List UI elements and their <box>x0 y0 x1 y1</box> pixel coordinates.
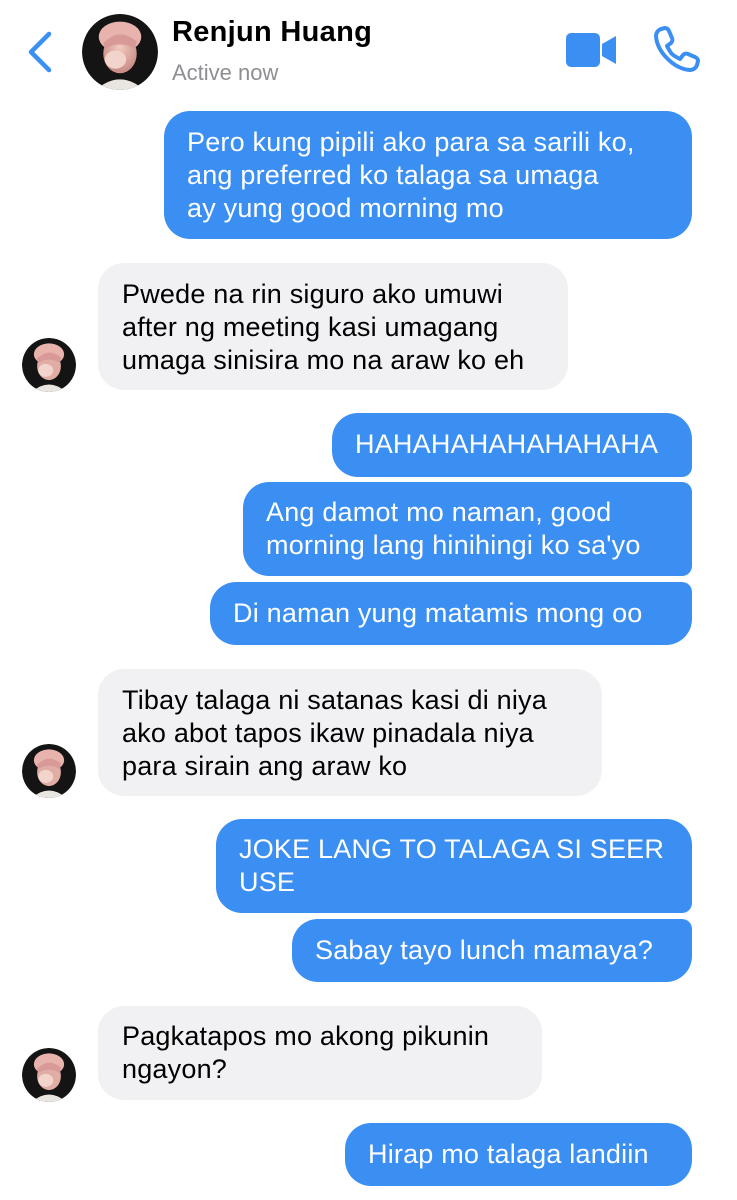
message-line: ay yung good morning mo <box>187 193 504 223</box>
message-line: ako abot tapos ikaw pinadala niya <box>122 718 534 748</box>
message-line: umaga sinisira mo na araw ko eh <box>122 345 525 375</box>
contact-status: Active now <box>172 60 279 85</box>
sent-message-bubble[interactable]: Di naman yung matamis mong oo <box>210 582 692 645</box>
phone-icon <box>654 26 700 72</box>
message-line: ang preferred ko talaga sa umaga <box>187 160 599 190</box>
message-line: ngayon? <box>122 1054 227 1084</box>
message-line: Ang damot mo naman, good <box>266 497 612 527</box>
message-line: para sirain ang araw ko <box>122 751 408 781</box>
back-button[interactable] <box>22 28 58 76</box>
video-call-button[interactable] <box>566 30 618 70</box>
sent-message-bubble[interactable]: Sabay tayo lunch mamaya? <box>292 919 692 982</box>
sender-avatar[interactable] <box>22 338 76 392</box>
message-line: Pero kung pipili ako para sa sarili ko, <box>187 127 635 157</box>
message-line: after ng meeting kasi umagang <box>122 312 499 342</box>
chat-header: Renjun Huang Active now <box>0 0 737 100</box>
sender-avatar[interactable] <box>22 744 76 798</box>
received-message-bubble[interactable]: Pagkatapos mo akong pikunin ngayon? <box>98 1006 542 1100</box>
received-message-bubble[interactable]: Tibay talaga ni satanas kasi di niya ako… <box>98 669 602 796</box>
received-message-bubble[interactable]: Pwede na rin siguro ako umuwi after ng m… <box>98 263 568 390</box>
chevron-left-icon <box>28 31 52 73</box>
message-line: Sabay tayo lunch mamaya? <box>315 935 653 965</box>
message-line: USE <box>239 867 296 897</box>
message-line: morning lang hinihingi ko sa'yo <box>266 530 641 560</box>
message-line: Tibay talaga ni satanas kasi di niya <box>122 685 547 715</box>
sent-message-bubble[interactable]: Pero kung pipili ako para sa sarili ko, … <box>164 111 692 239</box>
message-line: HAHAHAHAHAHAHAHA <box>355 429 659 459</box>
video-camera-icon <box>566 33 616 67</box>
voice-call-button[interactable] <box>652 24 702 74</box>
message-line: JOKE LANG TO TALAGA SI SEER <box>239 834 665 864</box>
message-line: Di naman yung matamis mong oo <box>233 598 643 628</box>
contact-avatar[interactable] <box>82 14 158 90</box>
sent-message-bubble[interactable]: JOKE LANG TO TALAGA SI SEER USE <box>216 819 692 913</box>
avatar-image <box>22 338 76 392</box>
sent-message-bubble[interactable]: Hirap mo talaga landiin <box>345 1123 692 1186</box>
message-line: Pagkatapos mo akong pikunin <box>122 1021 490 1051</box>
avatar-image <box>22 1048 76 1102</box>
avatar-image <box>22 744 76 798</box>
message-line: Hirap mo talaga landiin <box>368 1139 649 1169</box>
message-line: Pwede na rin siguro ako umuwi <box>122 279 503 309</box>
sent-message-bubble[interactable]: Ang damot mo naman, good morning lang hi… <box>243 482 692 576</box>
contact-name: Renjun Huang <box>172 16 373 48</box>
avatar-image <box>82 14 158 90</box>
sent-message-bubble[interactable]: HAHAHAHAHAHAHAHA <box>332 413 692 477</box>
sender-avatar[interactable] <box>22 1048 76 1102</box>
